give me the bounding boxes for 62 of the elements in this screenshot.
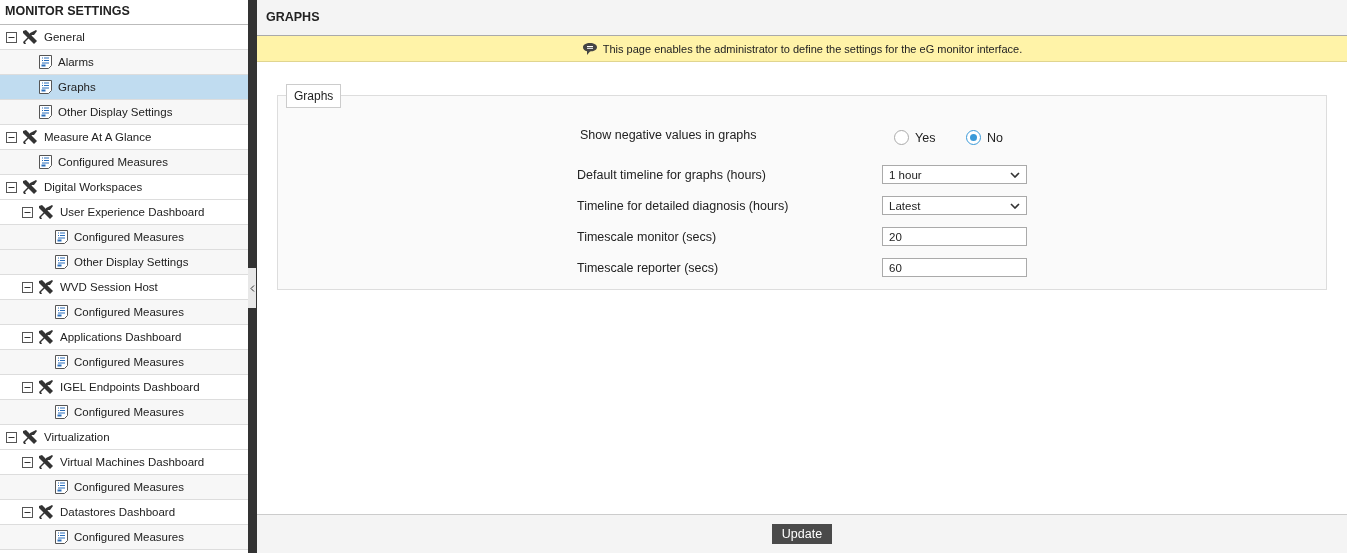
tools-icon [37,378,55,396]
tools-icon [37,203,55,221]
collapse-icon[interactable] [22,456,33,468]
input-field[interactable]: 60 [882,258,1027,277]
tools-icon [21,178,39,196]
tree-item[interactable]: Configured Measures [0,150,248,175]
collapse-icon[interactable] [6,181,17,193]
tree-item[interactable]: Configured Measures [0,525,248,550]
collapse-icon[interactable] [22,506,33,518]
radio-option[interactable]: Yes [894,130,949,145]
field-label: Timescale monitor (secs) [577,229,718,244]
update-button[interactable]: Update [771,524,833,544]
collapse-icon[interactable] [22,281,33,293]
tools-icon [37,328,55,346]
collapse-icon[interactable] [6,31,17,43]
tools-icon [37,278,55,296]
chevron-left-icon [249,284,255,292]
tree-item[interactable]: Configured Measures [0,350,248,375]
dropdown[interactable]: 1 hour [882,165,1027,184]
dropdown[interactable]: Latest [882,196,1027,215]
tools-icon [21,128,39,146]
chevron-down-icon [1010,202,1020,209]
document-icon [54,479,69,495]
tools-icon [21,428,39,446]
document-icon [38,79,53,95]
collapse-icon[interactable] [22,331,33,343]
speech-bubble-icon [581,41,598,56]
tree-item[interactable]: Configured Measures [0,300,248,325]
document-icon [54,529,69,545]
tools-icon [37,503,55,521]
section-legend: Graphs [286,84,342,108]
tree-item[interactable]: Configured Measures [0,225,248,250]
tree-item[interactable]: Configured Measures [0,475,248,500]
field-label: Default timeline for graphs (hours) [577,167,767,182]
tools-icon [21,28,39,46]
field-label: Timeline for detailed diagnosis (hours) [577,198,790,213]
document-icon [54,304,69,320]
tree-item[interactable]: Graphs [0,75,248,100]
collapse-icon[interactable] [6,431,17,443]
collapse-icon[interactable] [22,206,33,218]
collapse-icon[interactable] [6,131,17,143]
collapse-handle[interactable] [248,268,256,308]
tree-item[interactable]: Other Display Settings [0,250,248,275]
document-icon [54,354,69,370]
field-label: Show negative values in graphs [580,128,758,142]
notice-text: This page enables the administrator to define the settings for the eG monitor interface. [602,42,1023,55]
document-icon [38,104,53,120]
document-icon [54,254,69,270]
radio-option[interactable]: No [966,130,1021,145]
tree-item[interactable]: Alarms [0,50,248,75]
page-title: GRAPHS [257,0,1347,36]
input-field[interactable]: 20 [882,227,1027,246]
document-icon [38,154,53,170]
tree-item[interactable]: Configured Measures [0,400,248,425]
document-icon [38,54,53,70]
field-label: Timescale reporter (secs) [577,260,720,275]
document-icon [54,404,69,420]
tree-item[interactable]: Other Display Settings [0,100,248,125]
document-icon [54,229,69,245]
chevron-down-icon [1010,171,1020,178]
collapse-icon[interactable] [22,381,33,393]
tools-icon [37,453,55,471]
